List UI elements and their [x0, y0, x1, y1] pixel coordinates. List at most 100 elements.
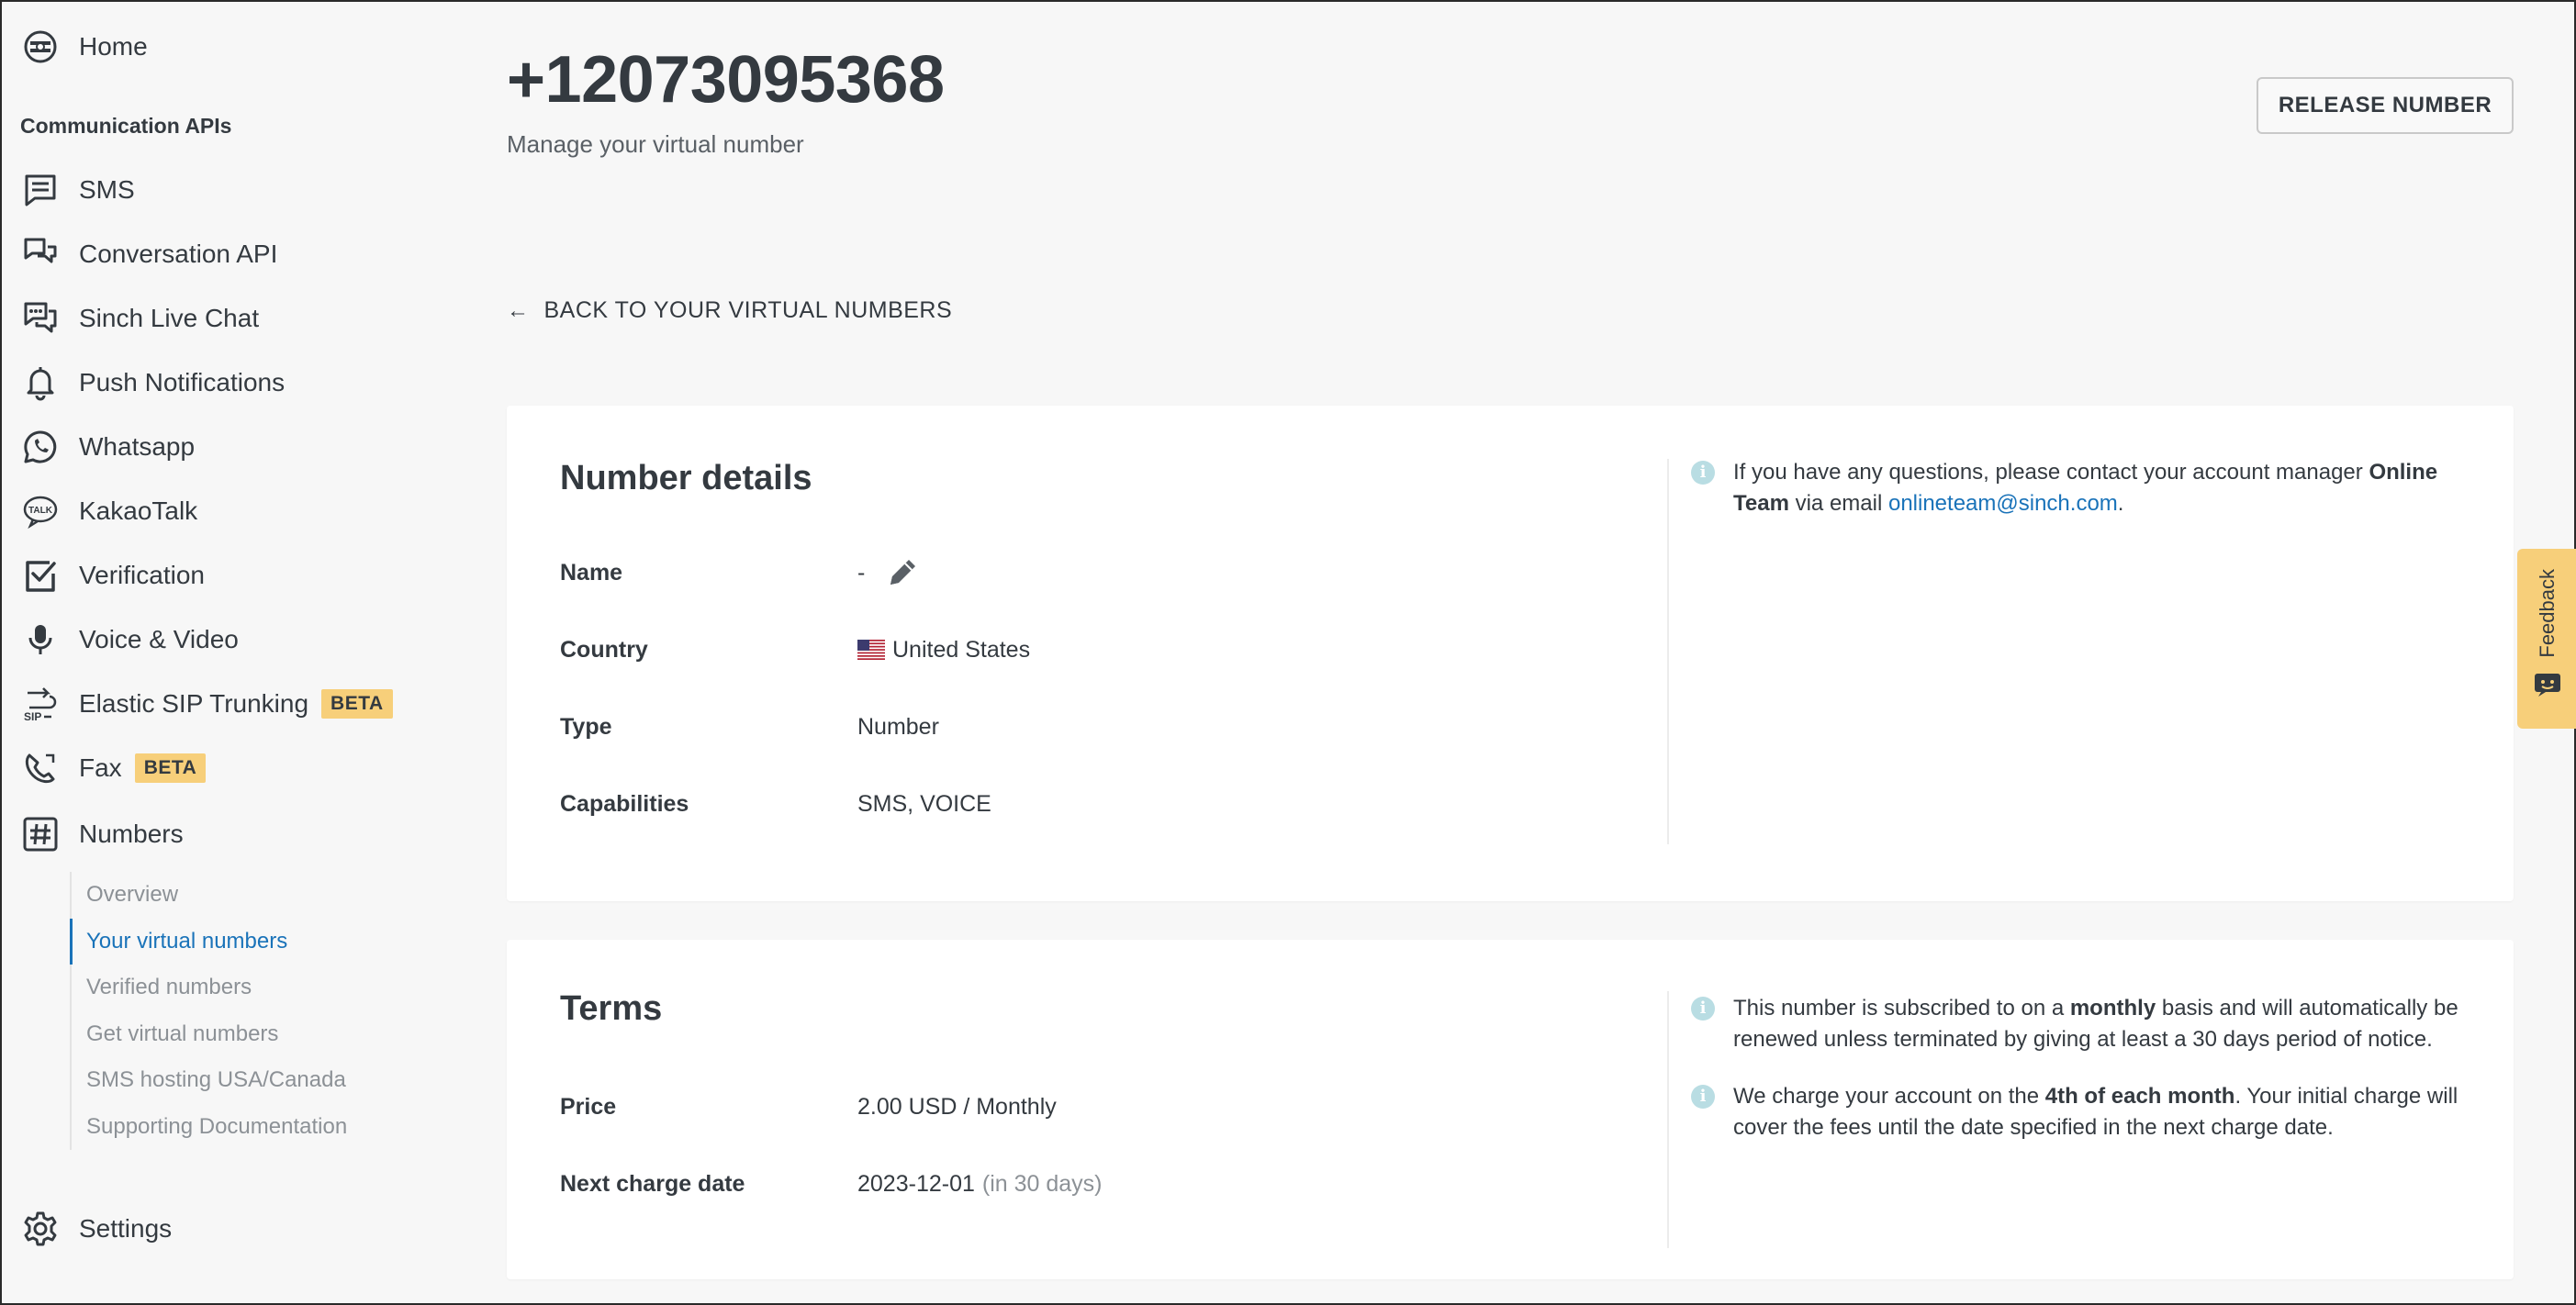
card-title: Number details [560, 459, 812, 497]
back-link[interactable]: ← BACK TO YOUR VIRTUAL NUMBERS [507, 297, 952, 324]
info-icon: i [1691, 461, 1715, 485]
subnav-item-sms-hosting[interactable]: SMS hosting USA/Canada [72, 1057, 457, 1104]
subnav-item-your-virtual-numbers[interactable]: Your virtual numbers [70, 918, 457, 965]
pencil-icon[interactable] [885, 555, 920, 590]
row-label: Name [560, 559, 623, 586]
number-details-main: Number details Name - Country United Sta… [507, 406, 1667, 901]
sidebar-item-kakaotalk[interactable]: TALK KakaoTalk [20, 488, 197, 534]
subnav-item-supporting-documentation[interactable]: Supporting Documentation [72, 1104, 457, 1151]
subnav-item-get-virtual-numbers[interactable]: Get virtual numbers [72, 1011, 457, 1058]
next-charge-date: 2023-12-01 [857, 1170, 975, 1197]
sidebar-item-voice-video[interactable]: Voice & Video [20, 617, 239, 663]
card-divider [1667, 991, 1669, 1248]
page-title: +12073095368 [507, 43, 945, 117]
verification-icon [20, 555, 61, 596]
numbers-subnav: Overview Your virtual numbers Verified n… [70, 872, 457, 1150]
beta-badge: BETA [134, 753, 207, 783]
feedback-tab[interactable]: Feedback [2517, 549, 2576, 729]
sidebar-item-label: Elastic SIP Trunking [79, 689, 309, 718]
row-label: Price [560, 1093, 617, 1120]
home-icon [20, 27, 61, 67]
row-value: Number [857, 713, 939, 740]
row-value: United States [857, 637, 1030, 664]
feedback-label: Feedback [2536, 569, 2559, 658]
row-label: Type [560, 713, 612, 740]
sidebar-item-numbers[interactable]: Numbers [20, 811, 184, 857]
sidebar-item-label: Push Notifications [79, 368, 286, 396]
info-text: If you have any questions, please contac… [1733, 457, 2481, 519]
arrow-left-icon: ← [507, 297, 530, 323]
sidebar-item-conversation-api[interactable]: Conversation API [20, 231, 277, 277]
row-value: 2023-12-01 (in 30 days) [857, 1171, 1103, 1198]
detail-row-country: Country United States [560, 631, 1030, 668]
fax-icon [20, 748, 61, 788]
terms-row-next-charge-date: Next charge date 2023-12-01 (in 30 days) [560, 1166, 1103, 1202]
microphone-icon [20, 619, 61, 660]
row-label: Next charge date [560, 1170, 745, 1197]
sidebar-item-sinch-live-chat[interactable]: Sinch Live Chat [20, 296, 259, 341]
info-text-bold: 4th of each month [2044, 1084, 2235, 1109]
section-title: Communication APIs [20, 114, 232, 138]
info-text: This number is subscribed to on a monthl… [1733, 993, 2481, 1055]
gear-icon [20, 1209, 61, 1249]
info-icon: i [1691, 997, 1715, 1021]
sms-icon [20, 170, 61, 210]
row-value: 2.00 USD / Monthly [857, 1093, 1057, 1120]
sidebar-item-label: Home [79, 32, 148, 61]
row-value: - [857, 555, 920, 590]
terms-card: Terms Price 2.00 USD / Monthly Next char… [507, 940, 2514, 1279]
country-value: United States [892, 636, 1031, 663]
sidebar-item-sms[interactable]: SMS [20, 167, 135, 213]
info-text-part: via email [1788, 491, 1888, 516]
sidebar-item-home[interactable]: Home [20, 24, 148, 70]
number-details-info: i If you have any questions, please cont… [1691, 457, 2481, 519]
hash-icon [20, 814, 61, 854]
detail-row-capabilities: Capabilities SMS, VOICE [560, 786, 991, 822]
sip-icon: SIP [20, 684, 61, 724]
card-title: Terms [560, 989, 663, 1028]
sidebar-item-label: Sinch Live Chat [79, 304, 260, 332]
detail-row-type: Type Number [560, 708, 939, 745]
info-text-bold: monthly [2069, 996, 2156, 1021]
sidebar-item-label: Voice & Video [79, 625, 239, 653]
sidebar-item-label: SMS [79, 175, 135, 204]
sidebar-item-label: Verification [79, 561, 205, 589]
sidebar-item-settings[interactable]: Settings [20, 1206, 172, 1252]
back-link-label: BACK TO YOUR VIRTUAL NUMBERS [543, 297, 953, 323]
sidebar-item-label: Numbers [79, 820, 184, 848]
info-note-billing-basis: i This number is subscribed to on a mont… [1691, 993, 2481, 1055]
beta-badge: BETA [321, 689, 393, 719]
sidebar-item-whatsapp[interactable]: Whatsapp [20, 424, 195, 470]
email-link[interactable]: onlineteam@sinch.com [1888, 491, 2118, 516]
sidebar-item-push-notifications[interactable]: Push Notifications [20, 360, 285, 406]
terms-info: i This number is subscribed to on a mont… [1691, 993, 2481, 1143]
info-text-part: We charge your account on the [1733, 1084, 2045, 1109]
bell-icon [20, 362, 61, 403]
info-note-charge-day: i We charge your account on the 4th of e… [1691, 1081, 2481, 1143]
kakaotalk-icon: TALK [20, 491, 61, 531]
subnav-item-overview[interactable]: Overview [72, 872, 457, 919]
days-remaining: (in 30 days) [981, 1170, 1103, 1197]
terms-row-price: Price 2.00 USD / Monthly [560, 1088, 1057, 1125]
info-text: We charge your account on the 4th of eac… [1733, 1081, 2481, 1143]
sidebar-item-fax[interactable]: Fax BETA [20, 745, 207, 791]
terms-main: Terms Price 2.00 USD / Monthly Next char… [507, 940, 1667, 1279]
sidebar-item-verification[interactable]: Verification [20, 552, 205, 598]
sidebar-item-elastic-sip-trunking[interactable]: SIP Elastic SIP Trunking BETA [20, 681, 393, 727]
subnav-item-verified-numbers[interactable]: Verified numbers [72, 965, 457, 1011]
name-value: - [857, 559, 866, 586]
sidebar-item-label: Conversation API [79, 240, 278, 268]
info-text-part: . [2117, 491, 2124, 516]
row-label: Country [560, 636, 648, 663]
detail-row-name: Name - [560, 554, 920, 591]
info-note: i If you have any questions, please cont… [1691, 457, 2481, 519]
release-number-button[interactable]: RELEASE NUMBER [2257, 77, 2514, 134]
info-text-part: This number is subscribed to on a [1733, 996, 2070, 1021]
sidebar-item-label: Whatsapp [79, 432, 196, 461]
us-flag-icon [857, 640, 885, 660]
page-subtitle: Manage your virtual number [507, 130, 804, 158]
info-icon: i [1691, 1085, 1715, 1109]
svg-text:SIP: SIP [24, 710, 41, 722]
row-label: Capabilities [560, 790, 689, 817]
sidebar-item-label: Settings [79, 1214, 173, 1243]
